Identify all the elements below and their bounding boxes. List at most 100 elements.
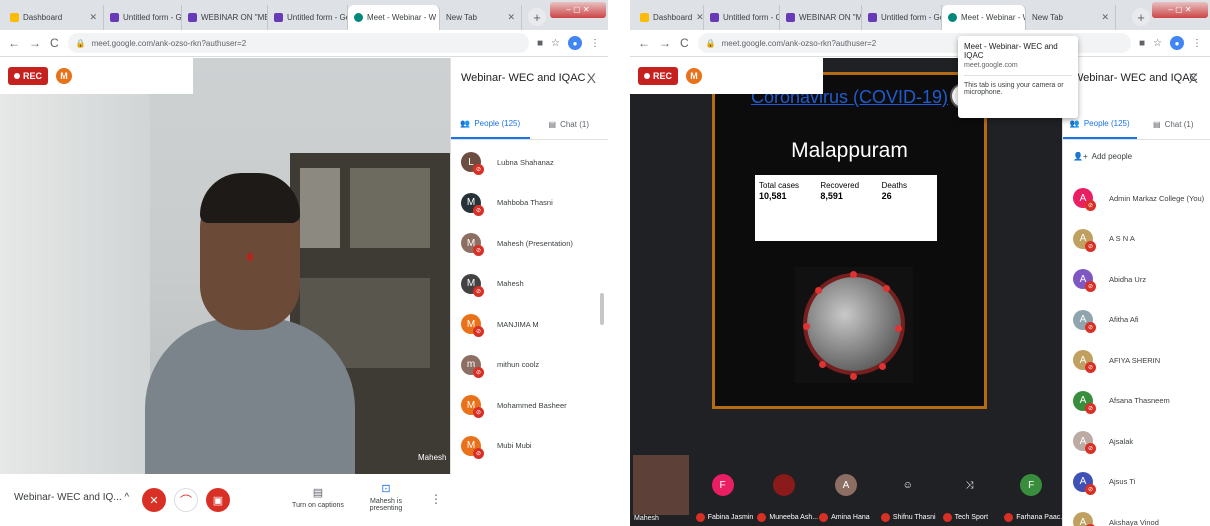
tab-meet[interactable]: Meet - Webinar - W●✕ xyxy=(942,5,1026,30)
virus-spike xyxy=(883,285,890,292)
profile-avatar[interactable]: ● xyxy=(568,36,582,50)
star-icon[interactable]: ☆ xyxy=(551,38,560,49)
close-icon[interactable]: X xyxy=(587,70,596,86)
tab-form-2[interactable]: Untitled form - Google✕ xyxy=(268,5,348,30)
filmstrip-tile[interactable]: F Farhana Paac... xyxy=(1000,444,1062,526)
menu-icon[interactable]: ⋮ xyxy=(590,38,600,49)
participant-row[interactable]: M ⊘ Mubi Mubi xyxy=(451,426,608,467)
chat-icon: ▤ xyxy=(548,120,557,129)
participant-row[interactable]: M ⊘ MANJIMA M xyxy=(451,304,608,345)
url-bar[interactable]: 🔒 meet.google.com/ank-ozso-rkn?authuser=2 xyxy=(67,33,529,53)
camera-icon[interactable]: ■ xyxy=(537,38,543,49)
dashboard-icon xyxy=(640,13,649,22)
add-people-button[interactable]: 👤+ Add people xyxy=(1073,152,1132,161)
close-icon[interactable]: ✕ xyxy=(1097,12,1109,23)
window-controls[interactable]: – ▢ ✕ xyxy=(550,2,606,18)
filmstrip-tile[interactable]: ⤨ Tech Sport xyxy=(939,444,1001,526)
tab-dashboard[interactable]: Dashboard ✕ xyxy=(634,5,704,30)
meeting-name[interactable]: Webinar- WEC and IQ... ^ xyxy=(14,492,129,503)
tab-strip: Dashboard✕ Untitled form - Google✕ WEBIN… xyxy=(0,0,608,30)
tab-chat[interactable]: ▤ Chat (1) xyxy=(530,110,609,139)
reload-icon[interactable]: C xyxy=(50,36,59,50)
camera-off-button[interactable]: ▣ xyxy=(206,488,230,512)
mic-muted-icon: ⊘ xyxy=(473,164,484,175)
participant-row[interactable]: A ⊘ Abidha Urz xyxy=(1063,259,1210,300)
mic-muted-icon xyxy=(880,513,890,522)
mic-muted-icon: ⊘ xyxy=(1085,200,1096,211)
window-controls[interactable]: – ▢ ✕ xyxy=(1152,2,1208,18)
more-options-icon[interactable]: ⋮ xyxy=(430,492,442,506)
hang-up-button[interactable]: ⌒ xyxy=(174,488,198,512)
present-button[interactable]: ⊡ Mahesh is presenting xyxy=(360,482,412,512)
tab-form-1[interactable]: Untitled form - Google✕ xyxy=(704,5,780,30)
tab-dashboard[interactable]: Dashboard ✕ xyxy=(4,5,104,30)
participant-list: A ⊘ Admin Markaz College (You) A ⊘ A S N A A ⊘ A… xyxy=(1063,178,1210,526)
participant-row[interactable]: A ⊘ AFIYA SHERIN xyxy=(1063,340,1210,381)
filmstrip-tile[interactable]: F Fabina Jasmin xyxy=(692,444,754,526)
people-icon: 👥 xyxy=(1069,119,1080,128)
participant-row[interactable]: M ⊘ Mahesh xyxy=(451,264,608,305)
filmstrip-tile[interactable]: A Amina Hana xyxy=(815,444,877,526)
video-stage: Mahesh xyxy=(0,58,450,474)
panel-tabs: 👥 People (125) ▤ Chat (1) xyxy=(1063,110,1210,140)
tile-name: Fabina Jasmin xyxy=(695,513,753,522)
participant-row[interactable]: A ⊘ Afsana Thasneem xyxy=(1063,381,1210,422)
new-tab-button[interactable]: + xyxy=(1132,8,1150,26)
tab-people[interactable]: 👥 People (125) xyxy=(451,110,530,139)
participant-name: Ajsalak xyxy=(1109,436,1134,446)
scrollbar[interactable] xyxy=(600,293,604,325)
chevron-up-icon: ^ xyxy=(124,492,130,503)
mic-muted-icon: ⊘ xyxy=(1085,362,1096,373)
reload-icon[interactable]: C xyxy=(680,36,689,50)
tab-new[interactable]: New Tab ✕ xyxy=(440,5,522,30)
participant-row[interactable]: M ⊘ Mohammed Basheer xyxy=(451,385,608,426)
captions-icon: ▤ xyxy=(312,487,324,499)
participant-row[interactable]: M ⊘ Mahboba Thasni xyxy=(451,183,608,224)
participant-name: Afitha Afi xyxy=(1109,315,1139,325)
captions-button[interactable]: ▤ Turn on captions xyxy=(292,486,344,509)
dashboard-icon xyxy=(10,13,19,22)
camera-icon[interactable]: ■ xyxy=(1139,38,1145,49)
close-icon[interactable]: ✕ xyxy=(85,12,97,23)
video-label: Mahesh xyxy=(418,453,447,462)
mic-muted-icon xyxy=(942,513,952,522)
participant-row[interactable]: L ⊘ Lubna Shahanaz xyxy=(451,142,608,183)
back-icon[interactable]: ← xyxy=(638,36,650,50)
tab-new[interactable]: New Tab ✕ xyxy=(1026,5,1116,30)
close-icon[interactable]: ✕ xyxy=(692,12,703,23)
participant-row[interactable]: A ⊘ A S N A xyxy=(1063,219,1210,260)
new-tab-button[interactable]: + xyxy=(528,8,546,26)
back-icon[interactable]: ← xyxy=(8,36,20,50)
menu-icon[interactable]: ⋮ xyxy=(1192,38,1202,49)
participant-row[interactable]: M ⊘ Mahesh (Presentation) xyxy=(451,223,608,264)
recording-bar: REC M Mahesh is presenting xyxy=(630,58,823,94)
filmstrip-tile[interactable]: Muneeba Ash... xyxy=(753,444,818,526)
tile-name-text: Shifnu Thasni xyxy=(892,514,936,521)
tab-meet[interactable]: Meet - Webinar - W●✕ xyxy=(348,5,440,30)
profile-avatar[interactable]: ● xyxy=(1170,36,1184,50)
mic-off-button[interactable]: ✕ xyxy=(142,488,166,512)
participant-row[interactable]: A⊘Akshaya Vinod xyxy=(1063,502,1210,526)
participant-row[interactable]: A ⊘ Ajsalak xyxy=(1063,421,1210,462)
close-icon[interactable]: X xyxy=(1189,70,1198,86)
participant-row[interactable]: A ⊘ Ajsus Ti xyxy=(1063,462,1210,503)
chat-icon: ▤ xyxy=(1153,120,1161,129)
tab-chat[interactable]: ▤ Chat (1) xyxy=(1137,110,1210,139)
record-icon xyxy=(14,73,20,79)
filmstrip-tile[interactable]: ☺ Shifnu Thasni xyxy=(877,444,939,526)
tab-form-2[interactable]: Untitled form - Google✕ xyxy=(862,5,942,30)
close-icon[interactable]: ✕ xyxy=(503,12,515,23)
forward-icon[interactable]: → xyxy=(659,36,671,50)
participant-row[interactable]: A ⊘ Afitha Afi xyxy=(1063,300,1210,341)
stat-recovered: Recovered 8,591 xyxy=(820,181,860,201)
filmstrip-tile[interactable]: Mahesh xyxy=(630,444,692,526)
participant-row[interactable]: m ⊘ mithun coolz xyxy=(451,345,608,386)
left-screenshot: Dashboard✕ Untitled form - Google✕ WEBIN… xyxy=(0,0,608,526)
star-icon[interactable]: ☆ xyxy=(1153,38,1162,49)
tile-avatar: F xyxy=(1020,474,1043,496)
tab-webinar[interactable]: WEBINAR ON "MEDICI✕ xyxy=(780,5,862,30)
tab-form-1[interactable]: Untitled form - Google✕ xyxy=(104,5,182,30)
forward-icon[interactable]: → xyxy=(29,36,41,50)
participant-row[interactable]: A ⊘ Admin Markaz College (You) xyxy=(1063,178,1210,219)
tab-webinar[interactable]: WEBINAR ON "MEDICI✕ xyxy=(182,5,268,30)
